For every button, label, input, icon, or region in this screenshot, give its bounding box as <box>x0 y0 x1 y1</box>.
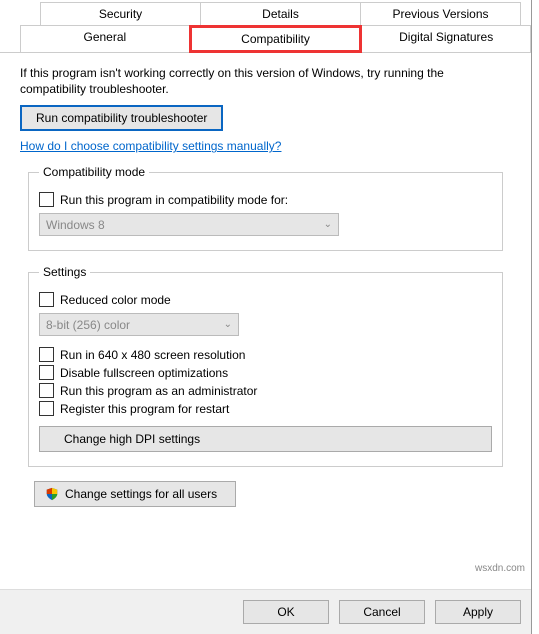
help-link[interactable]: How do I choose compatibility settings m… <box>20 139 281 153</box>
color-mode-select[interactable]: 8-bit (256) color ⌄ <box>39 313 239 336</box>
intro-text: If this program isn't working correctly … <box>20 65 511 97</box>
apply-button[interactable]: Apply <box>435 600 521 624</box>
tab-strip: Security Details Previous Versions Gener… <box>0 0 531 53</box>
disable-fullscreen-checkbox[interactable] <box>39 365 54 380</box>
run-640-label: Run in 640 x 480 screen resolution <box>60 348 245 362</box>
compat-mode-select[interactable]: Windows 8 ⌄ <box>39 213 339 236</box>
tab-digital-signatures[interactable]: Digital Signatures <box>361 25 531 53</box>
properties-dialog: Security Details Previous Versions Gener… <box>0 0 532 634</box>
tab-compatibility[interactable]: Compatibility <box>189 25 363 53</box>
register-restart-label: Register this program for restart <box>60 402 229 416</box>
tab-previous-versions[interactable]: Previous Versions <box>360 2 521 26</box>
cancel-button[interactable]: Cancel <box>339 600 425 624</box>
dialog-footer: OK Cancel Apply <box>0 589 531 634</box>
register-restart-checkbox[interactable] <box>39 401 54 416</box>
tab-general[interactable]: General <box>20 25 190 53</box>
run-640-checkbox[interactable] <box>39 347 54 362</box>
settings-group: Settings Reduced color mode 8-bit (256) … <box>28 265 503 467</box>
compat-mode-checkbox[interactable] <box>39 192 54 207</box>
chevron-down-icon: ⌄ <box>324 219 332 230</box>
change-dpi-button[interactable]: Change high DPI settings <box>39 426 492 452</box>
compat-mode-label: Run this program in compatibility mode f… <box>60 193 288 207</box>
tab-security[interactable]: Security <box>40 2 201 26</box>
reduced-color-checkbox[interactable] <box>39 292 54 307</box>
ok-button[interactable]: OK <box>243 600 329 624</box>
settings-legend: Settings <box>39 265 90 279</box>
shield-icon <box>45 487 59 501</box>
chevron-down-icon: ⌄ <box>224 319 232 330</box>
compatibility-mode-group: Compatibility mode Run this program in c… <box>28 165 503 251</box>
tab-details[interactable]: Details <box>200 2 361 26</box>
disable-fullscreen-label: Disable fullscreen optimizations <box>60 366 228 380</box>
change-all-users-label: Change settings for all users <box>65 487 217 501</box>
run-troubleshooter-button[interactable]: Run compatibility troubleshooter <box>20 105 223 131</box>
compat-mode-select-value: Windows 8 <box>46 218 105 232</box>
tab-content: If this program isn't working correctly … <box>0 52 531 519</box>
run-admin-checkbox[interactable] <box>39 383 54 398</box>
color-mode-select-value: 8-bit (256) color <box>46 318 130 332</box>
reduced-color-label: Reduced color mode <box>60 293 171 307</box>
compatibility-mode-legend: Compatibility mode <box>39 165 149 179</box>
watermark: wsxdn.com <box>475 563 525 574</box>
run-admin-label: Run this program as an administrator <box>60 384 257 398</box>
change-all-users-button[interactable]: Change settings for all users <box>34 481 236 507</box>
